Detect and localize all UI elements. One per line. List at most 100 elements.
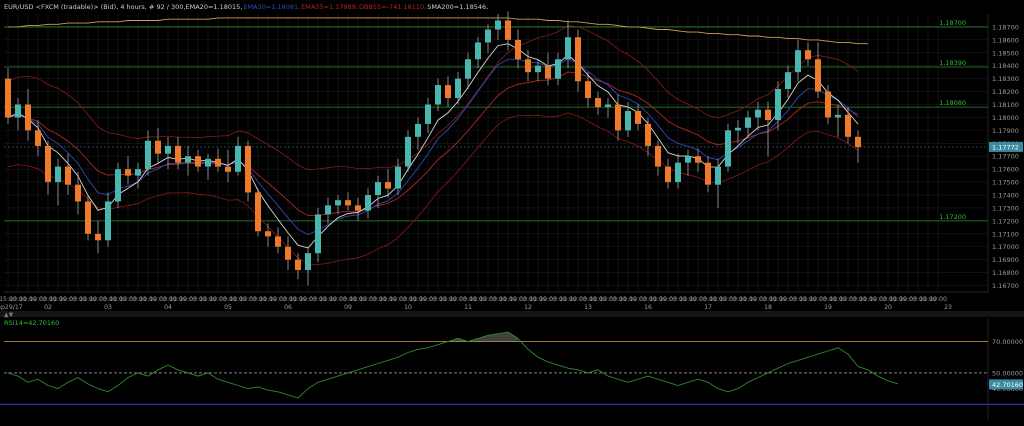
- candle-body[interactable]: [455, 78, 461, 99]
- candle-body[interactable]: [565, 37, 571, 60]
- candle-body[interactable]: [235, 145, 241, 172]
- candle-body[interactable]: [155, 140, 161, 154]
- candle-body[interactable]: [265, 231, 271, 237]
- candle[interactable]: [255, 188, 261, 237]
- candle-body[interactable]: [105, 201, 111, 241]
- candle-body[interactable]: [665, 166, 671, 183]
- candle-body[interactable]: [225, 166, 231, 172]
- candle-body[interactable]: [725, 130, 731, 167]
- candle-body[interactable]: [125, 169, 131, 176]
- candle-body[interactable]: [855, 136, 861, 148]
- candle-body[interactable]: [385, 182, 391, 189]
- candle-body[interactable]: [535, 65, 541, 73]
- candle-body[interactable]: [165, 145, 171, 154]
- chart-header: EUR/USD <FXCM (tradable)> (Bid), 4 hours…: [4, 3, 488, 11]
- candle-body[interactable]: [845, 114, 851, 137]
- candle-body[interactable]: [55, 166, 61, 183]
- candle-body[interactable]: [15, 104, 21, 118]
- candle-body[interactable]: [825, 91, 831, 118]
- candle-body[interactable]: [485, 29, 491, 43]
- candle-body[interactable]: [585, 81, 591, 99]
- candle-body[interactable]: [475, 42, 481, 60]
- price-axis[interactable]: 1.18700 1.18600 1.18500 1.18400 1.18300 1.182…: [987, 14, 1023, 292]
- candle-body[interactable]: [635, 110, 641, 124]
- candle-body[interactable]: [115, 169, 121, 202]
- candle-body[interactable]: [185, 156, 191, 163]
- candle-body[interactable]: [775, 88, 781, 121]
- candle-body[interactable]: [715, 166, 721, 185]
- candle-body[interactable]: [365, 195, 371, 211]
- candle-body[interactable]: [335, 200, 341, 206]
- candle-body[interactable]: [95, 233, 101, 241]
- candle-body[interactable]: [685, 156, 691, 163]
- candle-body[interactable]: [75, 184, 81, 202]
- candle-body[interactable]: [545, 65, 551, 79]
- candle-body[interactable]: [65, 166, 71, 185]
- candle-body[interactable]: [745, 117, 751, 128]
- candle-body[interactable]: [245, 145, 251, 193]
- trading-chart[interactable]: ▲▼ 1.187001.183901.180801.17200 1.187001…: [0, 0, 1024, 426]
- candle-body[interactable]: [605, 104, 611, 108]
- candle-body[interactable]: [255, 192, 261, 232]
- rsi-title: RSI14=42.70160: [4, 319, 59, 327]
- candle-body[interactable]: [215, 158, 221, 167]
- candle-body[interactable]: [575, 37, 581, 82]
- candle-body[interactable]: [425, 104, 431, 124]
- price-tick-label: 1.17300: [992, 204, 1019, 212]
- candle-body[interactable]: [505, 20, 511, 40]
- candle-body[interactable]: [765, 109, 771, 121]
- candle-body[interactable]: [795, 50, 801, 73]
- candle-body[interactable]: [515, 39, 521, 60]
- candle-body[interactable]: [355, 205, 361, 211]
- candle-body[interactable]: [35, 130, 41, 146]
- candle-body[interactable]: [695, 156, 701, 163]
- candle-body[interactable]: [675, 162, 681, 183]
- candle-body[interactable]: [135, 169, 141, 176]
- candle-body[interactable]: [625, 110, 631, 131]
- candle-body[interactable]: [435, 85, 441, 105]
- candle-body[interactable]: [5, 78, 11, 118]
- candle-body[interactable]: [645, 123, 651, 146]
- candle[interactable]: [85, 195, 91, 241]
- candle-body[interactable]: [495, 20, 501, 30]
- candle-body[interactable]: [175, 145, 181, 163]
- candle-body[interactable]: [85, 201, 91, 234]
- candle-body[interactable]: [595, 98, 601, 108]
- candle-body[interactable]: [45, 145, 51, 183]
- candle-body[interactable]: [295, 259, 301, 271]
- candle[interactable]: [245, 140, 251, 202]
- candle[interactable]: [725, 123, 731, 172]
- candle-body[interactable]: [615, 104, 621, 131]
- candle-body[interactable]: [805, 50, 811, 60]
- candle-body[interactable]: [195, 156, 201, 167]
- candle-body[interactable]: [395, 166, 401, 189]
- candle-body[interactable]: [285, 246, 291, 260]
- candle-body[interactable]: [25, 104, 31, 131]
- candle-body[interactable]: [145, 140, 151, 170]
- candle-body[interactable]: [325, 205, 331, 215]
- candle-body[interactable]: [655, 145, 661, 167]
- candle-body[interactable]: [415, 123, 421, 137]
- candle-body[interactable]: [465, 59, 471, 79]
- candle-body[interactable]: [755, 109, 761, 118]
- candle-body[interactable]: [205, 158, 211, 167]
- candle-body[interactable]: [525, 59, 531, 73]
- price-tick-label: 1.17600: [992, 166, 1019, 174]
- date-tick-label: 19: [824, 304, 832, 311]
- candle-body[interactable]: [735, 127, 741, 131]
- candle-body[interactable]: [445, 85, 451, 99]
- candle-body[interactable]: [305, 253, 311, 271]
- candle-body[interactable]: [345, 200, 351, 206]
- candle-body[interactable]: [835, 114, 841, 118]
- candle[interactable]: [115, 162, 121, 208]
- candle-body[interactable]: [785, 72, 791, 89]
- candle-body[interactable]: [275, 236, 281, 247]
- candle-body[interactable]: [815, 59, 821, 92]
- candle-body[interactable]: [555, 59, 561, 79]
- candle-body[interactable]: [705, 162, 711, 185]
- panel-separator[interactable]: [0, 311, 1024, 317]
- candle-body[interactable]: [315, 214, 321, 254]
- price-tick-label: 1.17200: [992, 217, 1019, 225]
- candle-body[interactable]: [405, 136, 411, 167]
- candle-body[interactable]: [375, 182, 381, 196]
